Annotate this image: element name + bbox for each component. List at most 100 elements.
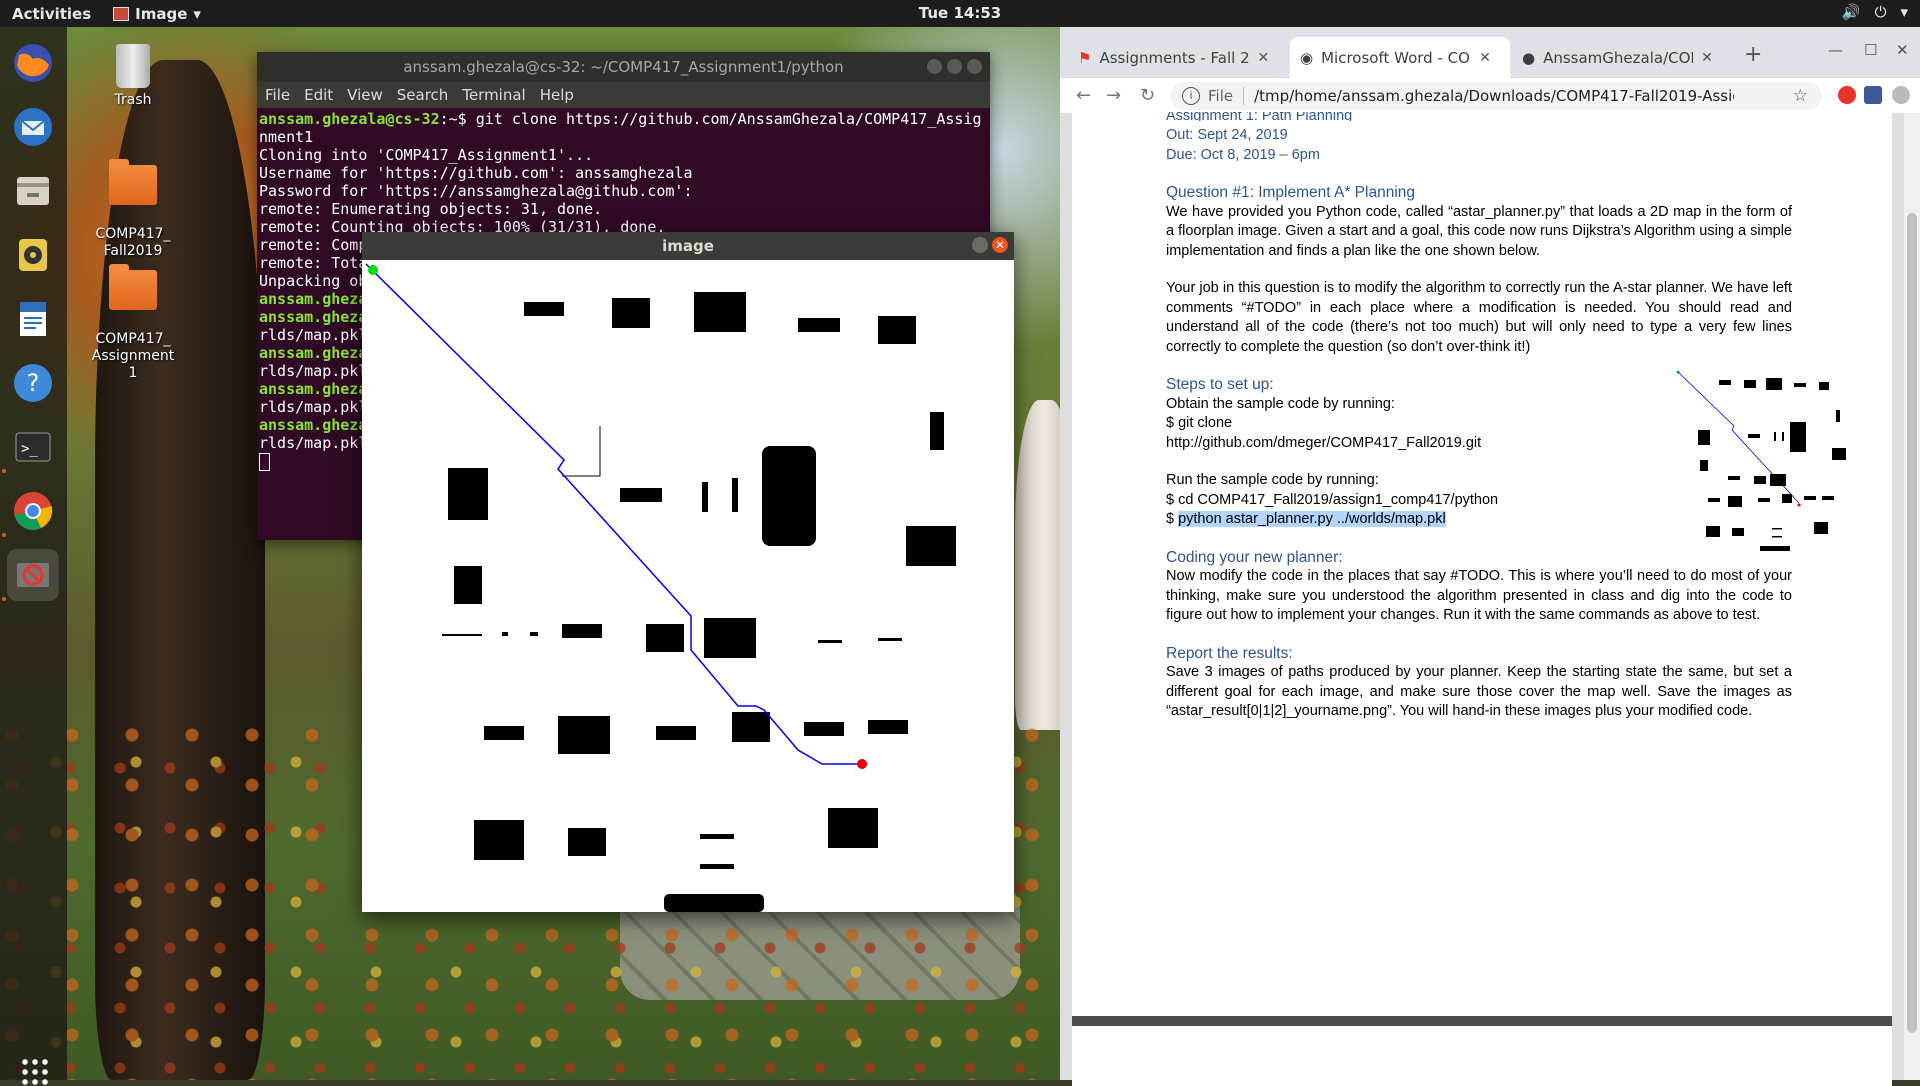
desktop-icon-folder[interactable]: COMP417_ Assignment 1 [83,253,183,399]
minimize-button[interactable]: — [1828,41,1843,59]
obstacle [524,302,564,316]
power-icon: ⏻ [1874,3,1887,21]
terminal-line: remote: Tota [259,254,368,272]
close-button[interactable]: ✕ [1896,41,1909,59]
doc-paragraph: Save 3 images of paths produced by your … [1166,664,1792,719]
terminal-prompt: anssam.gheza [259,308,368,326]
url-text[interactable]: /tmp/home/anssam.ghezala/Downloads/COMP4… [1254,87,1734,105]
obstacle [454,566,482,604]
writer-icon[interactable] [7,293,59,345]
svg-text:>_: >_ [21,441,38,457]
tab-strip: ⚑ Assignments - Fall 2019 ✕ ◉ Microsoft … [1060,27,1920,78]
chevron-down-icon: ▾ [193,4,201,23]
back-arrow-icon[interactable]: ← [1076,85,1091,106]
obstacle [656,726,696,740]
rhythmbox-icon[interactable] [7,229,59,281]
obstacle [930,412,944,450]
maximize-button[interactable]: ☐ [1864,41,1877,59]
doc-map-thumbnail [1676,370,1846,551]
clock[interactable]: Tue 14:53 [919,4,1001,22]
terminal-menubar: File Edit View Search Terminal Help [257,82,990,108]
obstacle [442,634,482,636]
files-icon[interactable] [7,165,59,217]
top-bar: Activities Image ▾ Tue 14:53 🔊 ⏻ ▾ [0,0,1920,27]
tab-title: AnssamGhezala/COMP417 [1543,48,1693,67]
folder-icon [109,264,157,310]
new-tab-button[interactable]: + [1744,42,1762,67]
facebook-extension-icon[interactable] [1864,86,1882,104]
pdf-viewer[interactable]: Assignment 1: Path Planning Out: Sept 24… [1072,112,1892,1086]
terminal-line: Unpacking ob [259,272,368,290]
terminal-icon[interactable]: >_ [7,421,59,473]
obstacle [700,864,734,869]
document-page[interactable]: Assignment 1: Path Planning Out: Sept 24… [1072,112,1892,1016]
reload-icon[interactable]: ↻ [1140,85,1155,106]
close-button[interactable] [967,59,982,74]
window-title: image [662,237,714,255]
thunderbird-icon[interactable] [7,101,59,153]
obstacle [646,624,684,652]
image-window-titlebar[interactable]: image ✕ [362,232,1014,260]
planning-map[interactable] [362,260,1014,912]
bookmark-star-icon[interactable]: ☆ [1793,86,1808,106]
obstacle [906,526,956,566]
folder-icon [109,159,157,205]
obstacle [612,298,650,328]
url-scheme: File [1208,87,1245,105]
address-bar[interactable]: i File /tmp/home/anssam.ghezala/Download… [1170,82,1822,110]
info-icon[interactable]: i [1182,87,1200,105]
close-tab-icon[interactable]: ✕ [1257,50,1269,66]
tab-title: Assignments - Fall 2019 [1099,48,1250,67]
doc-paragraph: Your job in this question is to modify t… [1166,280,1792,355]
close-tab-icon[interactable]: ✕ [1479,50,1491,66]
obstacle [732,478,738,512]
terminal-prompt: anssam.ghezala@cs-32 [259,110,440,128]
tab-microsoft-word[interactable]: ◉ Microsoft Word - COMP417 ✕ [1290,37,1510,78]
running-indicator [2,533,6,537]
tab-github[interactable]: ● AnssamGhezala/COMP417 ✕ [1512,37,1732,78]
menu-file[interactable]: File [265,86,290,104]
profile-avatar-icon[interactable] [1892,86,1910,104]
vertical-scrollbar[interactable] [1904,113,1920,1080]
menu-edit[interactable]: Edit [304,86,333,104]
doc-q1-heading: Question #1: Implement A* Planning [1166,184,1416,201]
app-menu[interactable]: Image ▾ [103,5,211,23]
image-window[interactable]: image ✕ [362,232,1014,912]
blocked-app-icon[interactable] [7,549,59,601]
chrome-icon[interactable] [7,485,59,537]
help-icon[interactable]: ? [7,357,59,409]
terminal-prompt: anssam.gheza [259,380,368,398]
document-page[interactable] [1072,1026,1892,1086]
obstacle [878,316,916,344]
firefox-icon[interactable] [7,37,59,89]
browser-window[interactable]: ⚑ Assignments - Fall 2019 ✕ ◉ Microsoft … [1060,27,1920,1086]
close-tab-icon[interactable]: ✕ [1701,50,1713,66]
extension-icon[interactable] [1838,86,1856,104]
terminal-line: Password for 'https://anssamghezala@gith… [259,182,693,200]
doc-run-cmd-selected[interactable]: python astar_planner.py ../worlds/map.pk… [1178,511,1446,527]
desktop-icon-label: Trash [114,92,152,108]
activities-button[interactable]: Activities [0,5,103,23]
scrollbar-thumb[interactable] [1907,213,1917,1033]
system-menu[interactable]: 🔊 ⏻ ▾ [1842,3,1908,21]
terminal-line: Username for 'https://github.com': anssa… [259,164,693,182]
start-marker [368,265,378,275]
obstacle [448,468,488,520]
maximize-button[interactable] [947,59,962,74]
terminal-titlebar[interactable]: anssam.ghezala@cs-32: ~/COMP417_Assignme… [257,52,990,82]
desktop-icon-trash[interactable]: Trash [83,44,183,109]
menu-search[interactable]: Search [397,86,449,104]
trash-icon [116,44,150,88]
menu-help[interactable]: Help [540,86,574,104]
close-button[interactable]: ✕ [992,237,1008,253]
menu-terminal[interactable]: Terminal [462,86,525,104]
minimize-button[interactable] [972,237,988,253]
tab-assignments[interactable]: ⚑ Assignments - Fall 2019 ✕ [1068,37,1290,78]
terminal-cursor [259,452,270,471]
minimize-button[interactable] [927,59,942,74]
menu-view[interactable]: View [347,86,383,104]
obstacle [762,446,816,546]
terminal-line: remote: Enumerating objects: 31, done. [259,200,603,218]
forward-arrow-icon[interactable]: → [1106,85,1121,106]
show-applications-icon[interactable] [20,1057,48,1085]
